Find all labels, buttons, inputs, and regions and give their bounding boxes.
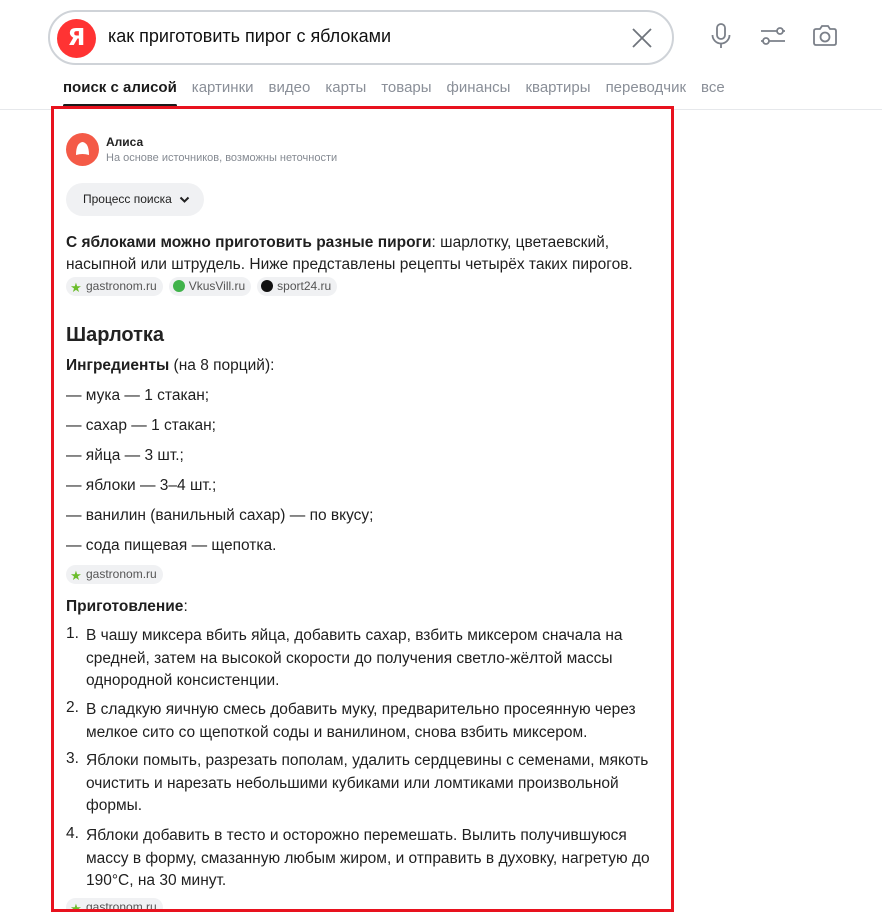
step-text: В чашу миксера вбить яйца, добавить саха… [86,627,623,689]
tab-video[interactable]: видео [269,79,311,96]
search-box[interactable]: Я как приготовить пирог с яблоками [48,10,674,65]
camera-search-icon[interactable] [811,22,839,50]
intro-sources: ★ gastronom.ru VkusVill.ru sport24.ru [66,277,343,297]
source-chip-gastronom[interactable]: ★ gastronom.ru [66,565,163,584]
tab-products[interactable]: товары [381,79,431,96]
tab-images[interactable]: картинки [192,79,254,96]
yandex-logo[interactable]: Я [57,19,96,58]
tab-translator[interactable]: переводчик [606,79,686,96]
clear-icon[interactable] [630,26,654,50]
alice-avatar [66,133,99,166]
source-label: gastronom.ru [86,279,157,293]
vkusvill-icon [172,280,185,292]
alice-logo-icon [76,142,89,155]
ingredients-heading: Ингредиенты (на 8 порций): [66,355,274,377]
gastronom-star-icon: ★ [70,280,82,295]
ingredient-item: — яблоки — 3–4 шт.; [66,477,217,494]
step-number: 3. [66,750,79,767]
alice-name: Алиса [106,135,144,149]
search-process-label: Процесс поиска [83,192,172,206]
source-label: gastronom.ru [86,567,157,581]
step-text: В сладкую яичную смесь добавить муку, пр… [86,701,636,741]
answer-intro: С яблоками можно приготовить разные пиро… [66,232,662,276]
gastronom-star-icon: ★ [70,901,82,912]
sport24-icon [261,280,274,292]
step-number: 4. [66,825,79,842]
tab-alice-search[interactable]: поиск с алисой [63,79,177,96]
chevron-down-icon [179,196,189,203]
step-text: Яблоки добавить в тесто и осторожно пере… [86,827,650,889]
ingredients-heading-bold: Ингредиенты [66,357,170,374]
source-label: sport24.ru [277,279,332,293]
source-label: gastronom.ru [86,900,157,912]
search-tabs: поиск с алисой картинки видео карты товары фи… [63,79,740,101]
alice-answer-panel: Алиса На основе источников, возможны нет… [51,106,674,912]
search-input[interactable]: как приготовить пирог с яблоками [108,26,391,47]
ingredient-item: — сахар — 1 стакан; [66,417,216,434]
source-chip-gastronom[interactable]: ★ gastronom.ru [66,277,163,296]
recipe-title: Шарлотка [66,324,165,346]
step-number: 2. [66,699,79,716]
search-process-button[interactable]: Процесс поиска [66,183,204,216]
source-chip-vkusvill[interactable]: VkusVill.ru [168,277,252,296]
filters-icon[interactable] [759,22,787,50]
ingredient-item: — сода пищевая — щепотка. [66,537,277,554]
tab-finance[interactable]: финансы [447,79,511,96]
steps-sources: ★ gastronom.ru [66,898,169,912]
preparation-heading-bold: Приготовление [66,598,184,615]
ingredient-item: — мука — 1 стакан; [66,387,210,404]
ingredient-item: — яйца — 3 шт.; [66,447,184,464]
preparation-heading-rest: : [183,598,188,615]
preparation-heading: Приготовление: [66,596,188,618]
ingredient-item: — ванилин (ванильный сахар) — по вкусу; [66,507,374,524]
source-label: VkusVill.ru [188,279,246,293]
ingredients-heading-rest: (на 8 порций): [169,357,275,374]
alice-disclaimer: На основе источников, возможны неточност… [106,152,338,164]
answer-intro-bold: С яблоками можно приготовить разные пиро… [66,234,432,251]
tab-apartments[interactable]: квартиры [525,79,590,96]
microphone-icon[interactable] [707,22,735,50]
tab-maps[interactable]: карты [325,79,366,96]
step-number: 1. [66,625,79,642]
gastronom-star-icon: ★ [70,568,82,583]
ingredients-sources: ★ gastronom.ru [66,565,169,585]
step-text: Яблоки помыть, разрезать пополам, удалит… [86,752,649,814]
source-chip-sport24[interactable]: sport24.ru [257,277,338,296]
tab-all[interactable]: все [701,79,725,96]
source-chip-gastronom[interactable]: ★ gastronom.ru [66,898,163,912]
